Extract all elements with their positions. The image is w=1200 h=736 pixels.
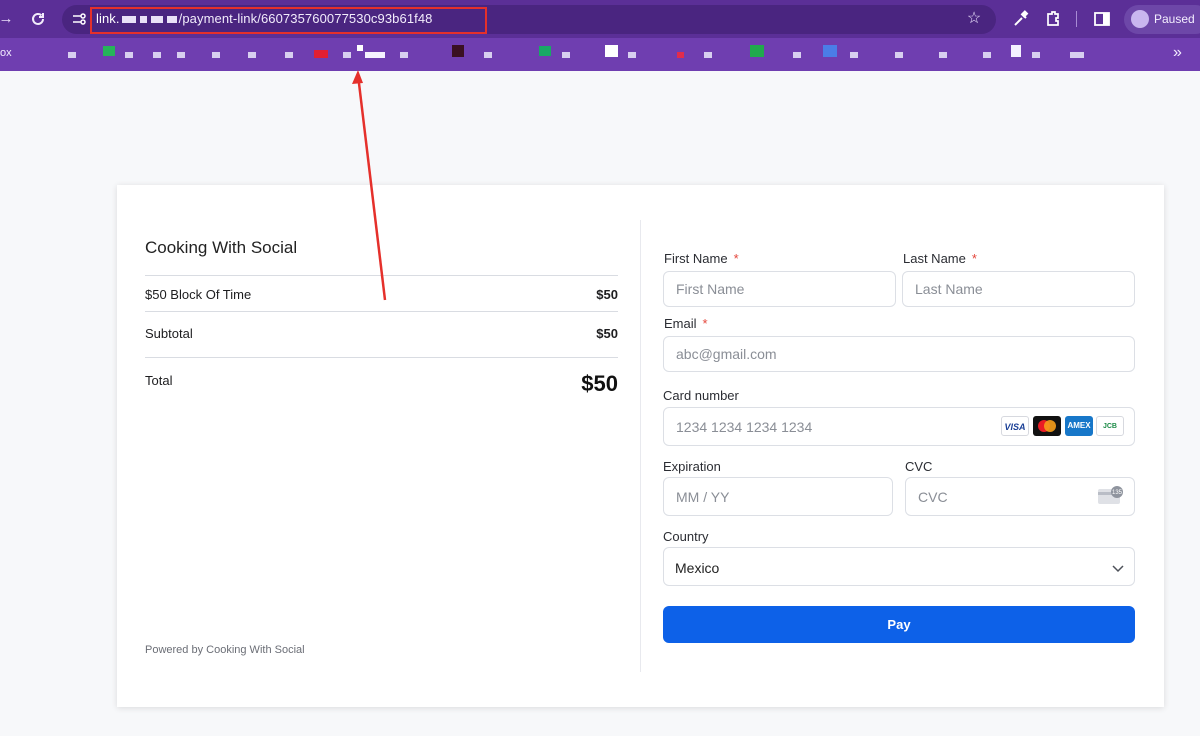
redacted-bookmark[interactable] bbox=[153, 52, 161, 58]
powered-by-text: Powered by Cooking With Social bbox=[145, 644, 305, 656]
profile-avatar-icon bbox=[1131, 10, 1149, 28]
redacted-bookmark[interactable] bbox=[212, 52, 220, 58]
redacted-bookmark[interactable] bbox=[677, 52, 684, 58]
redacted-bookmark[interactable] bbox=[357, 45, 363, 51]
email-label: Email * bbox=[664, 316, 708, 331]
total-value: $50 bbox=[581, 371, 618, 396]
redacted-bookmark[interactable] bbox=[248, 52, 256, 58]
redacted-bookmark[interactable] bbox=[1070, 52, 1084, 58]
redacted-bookmark[interactable] bbox=[400, 52, 408, 58]
line-item-value: $50 bbox=[596, 287, 618, 302]
redacted-bookmark[interactable] bbox=[68, 52, 76, 58]
redacted-bookmark[interactable] bbox=[484, 52, 492, 58]
cvc-card-icon: 135 bbox=[1097, 486, 1125, 506]
redacted-bookmark[interactable] bbox=[343, 52, 351, 58]
chevron-down-icon bbox=[1112, 561, 1124, 573]
back-icon[interactable]: → bbox=[0, 9, 16, 29]
country-label: Country bbox=[663, 529, 709, 544]
last-name-label: Last Name * bbox=[903, 251, 977, 266]
redacted-bookmark[interactable] bbox=[823, 45, 837, 57]
card-number-label: Card number bbox=[663, 388, 739, 403]
last-name-label-text: Last Name bbox=[903, 251, 966, 266]
country-value: Mexico bbox=[675, 560, 720, 576]
line-item-label: $50 Block Of Time bbox=[145, 287, 252, 302]
summary-divider bbox=[145, 311, 618, 312]
email-input[interactable] bbox=[664, 337, 1134, 371]
eyedropper-icon[interactable] bbox=[1011, 9, 1031, 29]
redacted-bookmark[interactable] bbox=[1011, 45, 1021, 57]
total-label: Total bbox=[145, 373, 173, 388]
country-select[interactable] bbox=[663, 547, 1135, 586]
redacted-bookmark[interactable] bbox=[939, 52, 947, 58]
summary-divider bbox=[145, 357, 618, 358]
bookmark-label[interactable]: ox bbox=[0, 47, 12, 59]
redacted-bookmark[interactable] bbox=[365, 52, 385, 58]
extensions-icon[interactable] bbox=[1043, 9, 1063, 29]
redacted-bookmark[interactable] bbox=[628, 52, 636, 58]
redacted-bookmark[interactable] bbox=[850, 52, 858, 58]
first-name-label-text: First Name bbox=[664, 251, 728, 266]
required-marker: * bbox=[702, 316, 708, 331]
expiration-field[interactable] bbox=[663, 477, 893, 516]
redacted-bookmark[interactable] bbox=[103, 46, 115, 56]
side-panel-icon[interactable] bbox=[1092, 9, 1112, 29]
column-divider bbox=[640, 220, 641, 672]
site-settings-icon[interactable] bbox=[70, 10, 88, 28]
merchant-name: Cooking With Social bbox=[145, 238, 298, 257]
redacted-bookmark[interactable] bbox=[285, 52, 293, 58]
cvc-label: CVC bbox=[905, 459, 933, 474]
redacted-bookmark[interactable] bbox=[125, 52, 133, 58]
redacted-bookmark[interactable] bbox=[177, 52, 185, 58]
amex-icon: AMEX bbox=[1065, 416, 1093, 436]
first-name-input[interactable] bbox=[664, 272, 895, 306]
redacted-bookmark[interactable] bbox=[895, 52, 903, 58]
required-marker: * bbox=[733, 251, 739, 266]
reload-icon[interactable] bbox=[28, 9, 48, 29]
redacted-bookmark[interactable] bbox=[704, 52, 712, 58]
card-number-input[interactable] bbox=[664, 408, 1134, 445]
last-name-field[interactable] bbox=[902, 271, 1135, 307]
redacted-bookmark[interactable] bbox=[539, 46, 551, 56]
redacted-bookmark[interactable] bbox=[314, 50, 328, 58]
url-annotation-box bbox=[90, 7, 487, 34]
first-name-field[interactable] bbox=[663, 271, 896, 307]
expiration-input[interactable] bbox=[664, 478, 892, 515]
subtotal-value: $50 bbox=[596, 326, 618, 341]
visa-icon: VISA bbox=[1001, 416, 1029, 436]
more-bookmarks-icon[interactable]: » bbox=[1173, 44, 1182, 62]
redacted-bookmark[interactable] bbox=[452, 45, 464, 57]
summary-divider bbox=[145, 275, 618, 276]
jcb-icon: JCB bbox=[1096, 416, 1124, 436]
toolbar-separator bbox=[1076, 11, 1077, 27]
redacted-bookmark[interactable] bbox=[983, 52, 991, 58]
expiration-label: Expiration bbox=[663, 459, 721, 474]
first-name-label: First Name * bbox=[664, 251, 739, 266]
subtotal-label: Subtotal bbox=[145, 326, 193, 341]
redacted-bookmark[interactable] bbox=[605, 45, 618, 57]
email-label-text: Email bbox=[664, 316, 697, 331]
email-field[interactable] bbox=[663, 336, 1135, 372]
bookmark-star-icon[interactable]: ☆ bbox=[965, 8, 983, 28]
mastercard-icon bbox=[1033, 416, 1061, 436]
redacted-bookmark[interactable] bbox=[793, 52, 801, 58]
redacted-bookmark[interactable] bbox=[750, 45, 764, 57]
last-name-input[interactable] bbox=[903, 272, 1134, 306]
profile-status: Paused bbox=[1154, 12, 1195, 26]
pay-button[interactable]: Pay bbox=[663, 606, 1135, 643]
redacted-bookmark[interactable] bbox=[562, 52, 570, 58]
redacted-bookmark[interactable] bbox=[1032, 52, 1040, 58]
required-marker: * bbox=[971, 251, 977, 266]
cvc-hint-text: 135 bbox=[1112, 490, 1123, 496]
